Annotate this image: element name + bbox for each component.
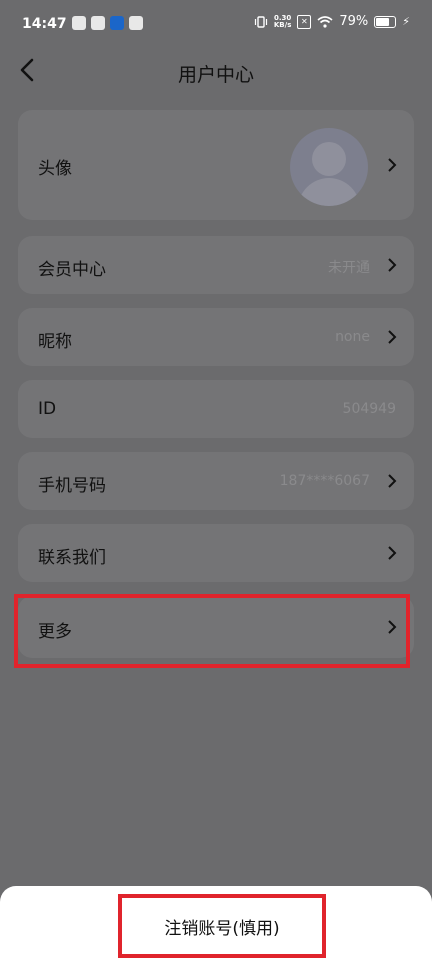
battery-icon (374, 15, 397, 28)
charging-icon: ⚡ (402, 15, 410, 28)
sim-icon: ✕ (297, 14, 312, 29)
row-label: 头像 (38, 159, 72, 179)
app-notification-icon (72, 16, 86, 30)
chevron-right-icon (388, 258, 397, 272)
avatar-head-shape (312, 142, 346, 176)
page-title: 用户中心 (177, 64, 254, 86)
row-label: 会员中心 (38, 260, 106, 280)
row-id: ID 504949 (18, 380, 414, 438)
notification-icons (72, 16, 143, 30)
chevron-right-icon (388, 158, 397, 172)
battery-percent: 79% (339, 14, 369, 29)
net-speed-unit: KB/s (273, 20, 292, 29)
app-notification-icon (110, 16, 124, 30)
status-right: 0.30 KB/s ✕ 79% ⚡ (254, 14, 410, 29)
row-avatar[interactable]: 头像 (18, 110, 414, 220)
net-speed: 0.30 KB/s (273, 14, 292, 29)
chevron-right-icon (388, 546, 397, 560)
vibrate-icon (254, 15, 267, 28)
row-phone[interactable]: 手机号码 187****6067 (18, 452, 414, 510)
app-notification-icon (91, 16, 105, 30)
row-value: 504949 (342, 401, 396, 417)
row-label: ID (38, 399, 57, 419)
status-time: 14:47 (22, 16, 67, 32)
avatar-body-shape (298, 178, 360, 206)
status-bar: 14:47 0.30 KB/s ✕ 79% ⚡ (0, 0, 432, 52)
avatar[interactable] (290, 128, 368, 206)
wifi-icon (317, 15, 333, 28)
deregister-account-button[interactable]: 注销账号(慎用) (118, 894, 326, 958)
chevron-right-icon (388, 474, 397, 488)
app-notification-icon (129, 16, 143, 30)
row-contact[interactable]: 联系我们 (18, 524, 414, 582)
row-label: 昵称 (38, 332, 72, 352)
highlight-more (14, 594, 410, 668)
row-value: none (335, 329, 370, 345)
row-label: 手机号码 (38, 476, 106, 496)
row-value: 187****6067 (279, 473, 370, 489)
nav-bar: 用户中心 (0, 52, 432, 92)
row-membership[interactable]: 会员中心 未开通 (18, 236, 414, 294)
chevron-right-icon (388, 330, 397, 344)
row-nickname[interactable]: 昵称 none (18, 308, 414, 366)
row-label: 联系我们 (38, 548, 106, 568)
row-value: 未开通 (328, 260, 370, 276)
bottom-sheet: 注销账号(慎用) (0, 886, 432, 964)
battery-level (376, 17, 390, 26)
